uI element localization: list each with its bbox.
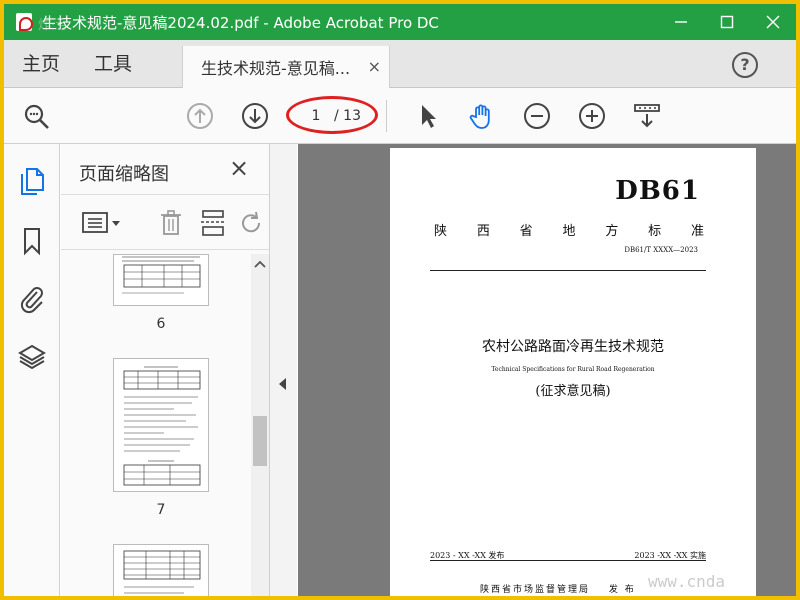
window-title: 生技术规范-意见稿2024.02.pdf - Adobe Acrobat Pro… xyxy=(42,13,439,32)
red-annotation-circle xyxy=(286,96,378,134)
panel-close-button[interactable]: × xyxy=(229,154,249,182)
extract-page-icon[interactable] xyxy=(199,209,227,237)
header-rule xyxy=(430,270,706,271)
tab-home[interactable]: 主页 xyxy=(22,40,60,88)
thumbnail-page-number: 7 xyxy=(156,502,166,518)
attachment-icon[interactable] xyxy=(18,284,46,314)
thumbnail-content xyxy=(123,366,201,486)
scrollbar-thumb[interactable] xyxy=(253,416,267,466)
page-thumbnail[interactable] xyxy=(113,358,209,492)
heading-char: 陕 xyxy=(434,224,448,239)
scroll-up-arrow-icon[interactable] xyxy=(253,258,267,270)
document-title-cn: 农村公路路面冷再生技术规范 xyxy=(482,339,664,355)
standard-number: DB61/T XXXX—2023 xyxy=(624,246,698,254)
heading-char: 地 xyxy=(562,224,576,239)
thumbnail-content xyxy=(122,256,201,294)
toolbar: 1 / 13 xyxy=(4,88,796,144)
minimize-icon xyxy=(675,21,687,23)
select-cursor-icon[interactable] xyxy=(414,102,442,130)
thumbnail-page-number: 6 xyxy=(156,316,166,332)
delete-page-icon[interactable] xyxy=(157,209,185,237)
page-thumbnails-panel: 页面缩略图 × 6 7 xyxy=(61,144,269,596)
heading-char: 省 xyxy=(519,224,533,239)
tab-tools[interactable]: 工具 xyxy=(94,40,132,88)
publisher: 陕西省市场监督管理局 发 布 xyxy=(480,582,636,595)
heading-char: 标 xyxy=(648,224,662,239)
minimize-button[interactable] xyxy=(658,4,704,40)
thumbnail-scrollbar[interactable] xyxy=(251,254,269,596)
maximize-button[interactable] xyxy=(704,4,750,40)
previous-page-icon[interactable] xyxy=(186,102,214,130)
collapse-panel-arrow-icon[interactable] xyxy=(279,378,286,390)
left-icon-rail xyxy=(4,144,60,596)
top-watermark: 炸·亏 xyxy=(38,18,69,33)
province-standard-heading: 陕 西 省 地 方 标 准 xyxy=(434,220,704,239)
document-view[interactable]: DB61 陕 西 省 地 方 标 准 DB61/T XXXX—2023 农村公路… xyxy=(298,144,796,596)
heading-char: 西 xyxy=(476,224,490,239)
document-tab-label: 生技术规范-意见稿... xyxy=(201,59,351,78)
document-tab[interactable]: 生技术规范-意见稿... × xyxy=(182,46,390,88)
search-zoom-icon[interactable] xyxy=(22,102,50,130)
heading-char: 准 xyxy=(690,224,704,239)
acrobat-window: 生技术规范-意见稿2024.02.pdf - Adobe Acrobat Pro… xyxy=(4,4,796,596)
panel-splitter[interactable] xyxy=(269,144,297,596)
zoom-in-icon[interactable] xyxy=(578,102,606,130)
acrobat-app-icon xyxy=(16,13,33,31)
heading-char: 方 xyxy=(605,224,619,239)
fit-page-icon[interactable] xyxy=(633,102,661,130)
close-icon xyxy=(766,15,780,29)
panel-title: 页面缩略图 xyxy=(79,164,169,185)
publisher-name: 陕西省市场监督管理局 xyxy=(480,585,591,595)
thumbnail-options-icon[interactable] xyxy=(81,209,125,237)
help-button[interactable]: ? xyxy=(732,52,758,78)
site-watermark: www.cnda xyxy=(648,572,726,591)
page-thumbnail[interactable] xyxy=(113,544,209,596)
publish-word: 发 布 xyxy=(608,585,636,595)
document-tab-close-button[interactable]: × xyxy=(368,57,381,76)
next-page-icon[interactable] xyxy=(241,102,269,130)
panel-toolbar xyxy=(61,194,269,250)
hand-tool-icon[interactable] xyxy=(468,102,496,130)
zoom-out-icon[interactable] xyxy=(523,102,551,130)
title-bar: 生技术规范-意见稿2024.02.pdf - Adobe Acrobat Pro… xyxy=(4,4,796,40)
thumbnail-content xyxy=(123,550,201,594)
page-thumbnails-icon[interactable] xyxy=(18,166,46,196)
close-window-button[interactable] xyxy=(750,4,796,40)
page-thumbnail[interactable] xyxy=(113,254,209,306)
bookmark-icon[interactable] xyxy=(18,226,46,256)
footer-rule xyxy=(430,560,706,561)
thumbnail-list: 6 7 xyxy=(61,254,249,596)
rotate-page-icon[interactable] xyxy=(237,209,265,237)
standard-code: DB61 xyxy=(615,176,700,206)
layers-icon[interactable] xyxy=(18,342,46,372)
pdf-page: DB61 陕 西 省 地 方 标 准 DB61/T XXXX—2023 农村公路… xyxy=(390,148,756,596)
maximize-icon xyxy=(720,15,734,29)
document-title-en: Technical Specifications for Rural Road … xyxy=(491,366,655,373)
tab-bar: 主页 工具 生技术规范-意见稿... × ? xyxy=(4,40,796,88)
draft-note: (征求意见稿) xyxy=(535,384,611,399)
toolbar-divider xyxy=(386,100,387,132)
